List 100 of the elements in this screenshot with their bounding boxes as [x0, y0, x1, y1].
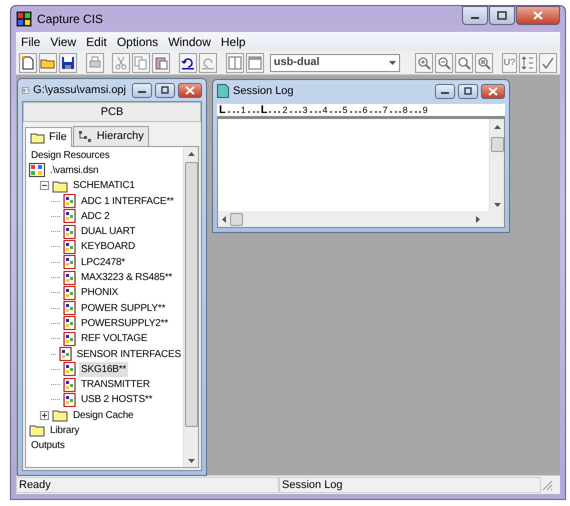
scroll-thumb[interactable]: [230, 212, 243, 226]
scroll-up-icon: [188, 152, 194, 156]
tree-item[interactable]: LPC2478*: [79, 254, 127, 270]
close-button[interactable]: [178, 82, 202, 98]
vertical-scrollbar[interactable]: [183, 146, 198, 467]
schematic-page-icon: [63, 209, 76, 224]
menu-item[interactable]: Help: [216, 32, 251, 50]
window-title: G:\yassu\vamsi.opj: [33, 82, 126, 98]
scroll-right-icon: [476, 216, 480, 222]
new-file-button[interactable]: [19, 52, 37, 72]
menu-item[interactable]: Edit: [81, 32, 112, 50]
ruler-number: 1: [240, 105, 246, 116]
ruler-tick-marks: [290, 110, 300, 113]
part-reference-button[interactable]: U?: [502, 52, 517, 72]
ruler-tick-marks: [269, 110, 280, 113]
vertical-scrollbar[interactable]: [489, 119, 504, 211]
tab-label: File: [49, 130, 67, 145]
close-icon: [488, 86, 498, 96]
maximize-button[interactable]: [489, 6, 515, 25]
maximize-icon: [463, 86, 473, 96]
close-button[interactable]: [481, 84, 505, 98]
zoom-in-button[interactable]: [415, 52, 434, 72]
schematic-page-icon: [63, 301, 76, 316]
tree-item[interactable]: USB 2 HOSTS**: [79, 392, 154, 408]
check-button[interactable]: [538, 52, 557, 72]
tree-item[interactable]: REF VOLTAGE: [79, 331, 150, 346]
maximize-icon: [497, 11, 507, 20]
minimize-button[interactable]: [132, 82, 152, 98]
folder-icon: [29, 423, 45, 438]
tree-item[interactable]: SENSOR INTERFACES: [74, 346, 183, 362]
ruler-tick-marks: [390, 110, 401, 113]
tree-item[interactable]: Design Cache: [71, 408, 136, 423]
tree-item[interactable]: POWERSUPPLY2**: [79, 316, 170, 331]
tree-item[interactable]: POWER SUPPLY**: [79, 300, 168, 316]
save-button[interactable]: [59, 52, 77, 72]
menu-item[interactable]: File: [16, 32, 46, 50]
tree-item[interactable]: Library: [48, 422, 82, 438]
horizontal-scrollbar[interactable]: [218, 211, 504, 227]
collapse-toggle[interactable]: [40, 181, 49, 190]
tree-item[interactable]: MAX3223 & RS485**: [79, 270, 174, 286]
minimize-button[interactable]: [462, 6, 488, 25]
open-folder-button[interactable]: [39, 52, 57, 72]
tree-item[interactable]: TRANSMITTER: [79, 377, 152, 392]
close-icon: [185, 86, 195, 94]
ruler-number: 3: [302, 105, 308, 116]
tree-item[interactable]: ADC 1 INTERFACE**: [79, 194, 176, 209]
undo-button[interactable]: [179, 52, 198, 72]
tree-item[interactable]: SKG16B**: [79, 362, 128, 377]
scroll-thumb[interactable]: [490, 137, 504, 152]
ruler-number: 5: [342, 105, 348, 116]
design-dropdown[interactable]: usb-dual: [270, 54, 400, 72]
zoom-out-button[interactable]: [435, 52, 454, 72]
menu-item[interactable]: View: [45, 32, 82, 50]
tree-item[interactable]: DUAL UART: [79, 224, 138, 240]
tab-stop-marker[interactable]: L: [260, 105, 268, 116]
menu-item[interactable]: Options: [112, 32, 164, 50]
print-icon: [86, 54, 103, 70]
window-button[interactable]: [246, 52, 264, 72]
schematic-page-icon: [63, 378, 76, 392]
paste-button[interactable]: [152, 52, 170, 72]
copy-button[interactable]: [132, 52, 150, 72]
minimize-button[interactable]: [435, 84, 455, 98]
status-text: Ready: [16, 477, 279, 493]
print-button[interactable]: [86, 52, 104, 72]
copy-icon: [133, 54, 150, 70]
resize-grip-icon: [541, 479, 553, 491]
zoom-all-button[interactable]: [475, 52, 494, 72]
tree-item[interactable]: PHONIX: [79, 285, 120, 300]
combo-value: usb-dual: [274, 55, 320, 70]
tree-item[interactable]: .\vamsi.dsn: [48, 162, 100, 178]
cut-button[interactable]: [112, 52, 130, 72]
ruler-tick-marks: [248, 110, 259, 113]
ruler-number: 2: [282, 105, 288, 116]
app-icon: [16, 11, 32, 27]
zoom-area-button[interactable]: [455, 52, 474, 72]
expand-toggle[interactable]: [40, 410, 49, 420]
tree-item[interactable]: SCHEMATIC1: [71, 178, 137, 194]
close-button[interactable]: [516, 6, 560, 25]
ruler-number: 8: [402, 105, 408, 116]
annotate-button[interactable]: [518, 52, 537, 72]
ruler-number: 9: [422, 105, 428, 116]
tab[interactable]: Hierarchy: [72, 126, 149, 146]
tab[interactable]: File: [25, 127, 72, 146]
ruler-tick-marks: [310, 110, 321, 113]
maximize-icon: [160, 86, 170, 94]
tree-item[interactable]: KEYBOARD: [79, 239, 137, 254]
maximize-button[interactable]: [155, 82, 175, 98]
scroll-up-icon: [494, 125, 500, 129]
split-window-button[interactable]: [226, 52, 244, 72]
close-icon: [533, 11, 543, 20]
header-button[interactable]: PCB: [23, 102, 201, 122]
window-title: Capture CIS: [37, 11, 104, 28]
maximize-button[interactable]: [458, 84, 478, 98]
schematic-page-icon: [63, 240, 76, 254]
scroll-thumb[interactable]: [184, 162, 198, 426]
tree-item[interactable]: ADC 2: [79, 208, 112, 224]
document-icon: [217, 84, 229, 98]
tab-stop-marker[interactable]: L: [219, 105, 226, 116]
ruler-number: 6: [362, 105, 368, 116]
menu-item[interactable]: Window: [163, 32, 216, 50]
